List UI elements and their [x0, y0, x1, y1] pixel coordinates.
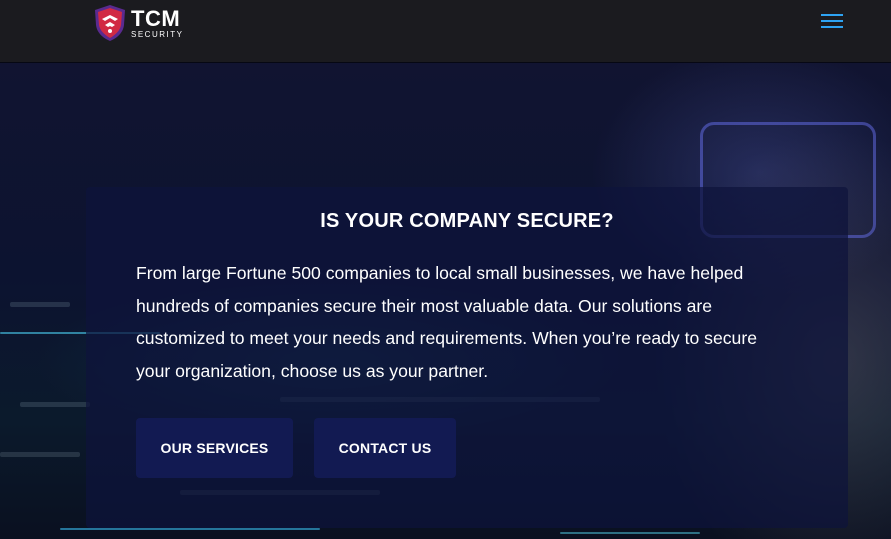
hero-title: IS YOUR COMPANY SECURE? — [320, 210, 614, 232]
hamburger-icon[interactable] — [821, 14, 843, 30]
logo[interactable]: TCM SECURITY — [93, 4, 185, 42]
hero-description: From large Fortune 500 companies to loca… — [136, 263, 757, 381]
logo-wordmark: TCM — [131, 5, 181, 31]
contact-us-button[interactable]: CONTACT US — [314, 418, 456, 478]
shield-icon — [95, 5, 125, 41]
background-code-line — [0, 452, 80, 457]
our-services-button[interactable]: OUR SERVICES — [136, 418, 293, 478]
background-glow-line — [560, 532, 700, 534]
background-glow-line — [60, 528, 320, 530]
hero-card: IS YOUR COMPANY SECURE? From large Fortu… — [86, 187, 848, 528]
hero-section: IS YOUR COMPANY SECURE? From large Fortu… — [0, 62, 891, 539]
background-code-line — [10, 302, 70, 307]
logo-subtitle: SECURITY — [131, 29, 184, 39]
background-code-line — [20, 402, 90, 407]
site-header: TCM SECURITY — [0, 0, 891, 62]
